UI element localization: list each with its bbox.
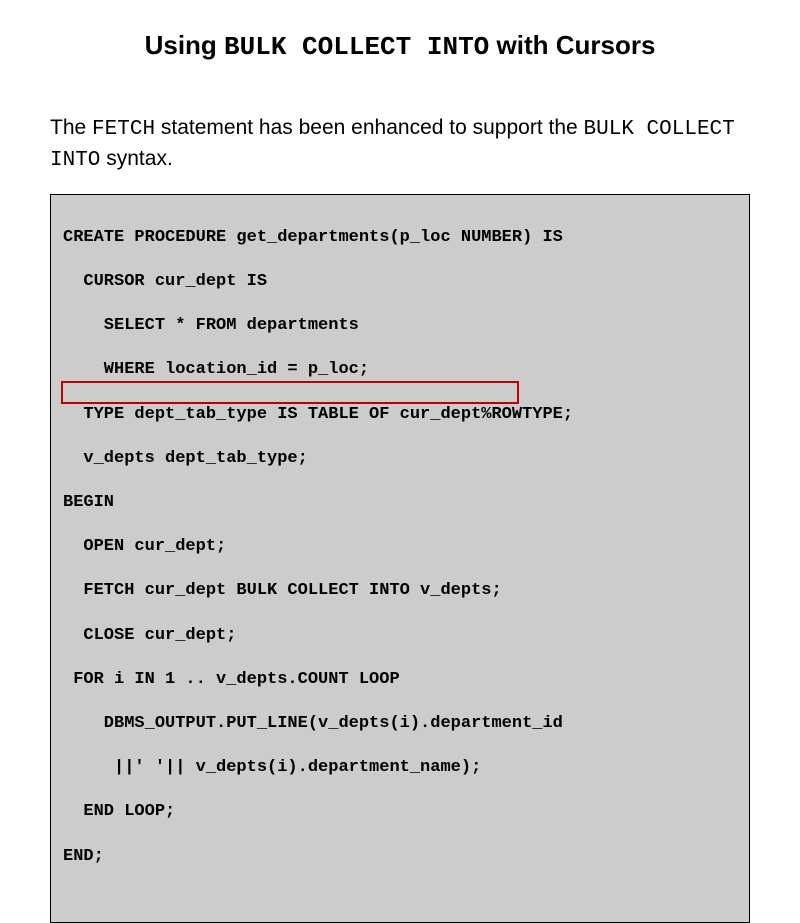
body-text-3: syntax. (100, 147, 172, 170)
code-line: CREATE PROCEDURE get_departments(p_loc N… (63, 227, 737, 249)
code-line: BEGIN (63, 492, 737, 514)
code-line-highlighted: FETCH cur_dept BULK COLLECT INTO v_depts… (63, 580, 737, 602)
code-line: FOR i IN 1 .. v_depts.COUNT LOOP (63, 669, 737, 691)
body-text-1: The (50, 116, 92, 139)
body-paragraph: The FETCH statement has been enhanced to… (0, 68, 800, 194)
code-line: SELECT * FROM departments (63, 315, 737, 337)
code-line: DBMS_OUTPUT.PUT_LINE(v_depts(i).departme… (63, 713, 737, 735)
code-line: CLOSE cur_dept; (63, 625, 737, 647)
title-mono: BULK COLLECT INTO (224, 32, 489, 62)
code-line: END LOOP; (63, 801, 737, 823)
code-line: TYPE dept_tab_type IS TABLE OF cur_dept%… (63, 404, 737, 426)
body-mono-1: FETCH (92, 118, 155, 141)
highlight-box (61, 381, 519, 404)
code-line: WHERE location_id = p_loc; (63, 359, 737, 381)
code-line: v_depts dept_tab_type; (63, 448, 737, 470)
slide-title: Using BULK COLLECT INTO with Cursors (0, 0, 800, 68)
body-text-2: statement has been enhanced to support t… (155, 116, 583, 139)
title-suffix: with Cursors (489, 30, 655, 60)
title-prefix: Using (145, 30, 224, 60)
code-line: END; (63, 846, 737, 868)
code-block: CREATE PROCEDURE get_departments(p_loc N… (50, 194, 750, 923)
code-line: ||' '|| v_depts(i).department_name); (63, 757, 737, 779)
code-line: OPEN cur_dept; (63, 536, 737, 558)
code-line: CURSOR cur_dept IS (63, 271, 737, 293)
